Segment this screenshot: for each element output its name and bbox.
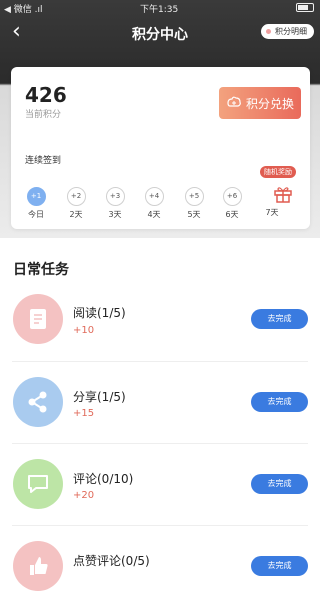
exchange-icon bbox=[227, 96, 241, 107]
thumbs-up-icon bbox=[13, 541, 63, 591]
sign-day: +4 4天 bbox=[139, 187, 169, 220]
sign-in-label: 连续签到 bbox=[25, 156, 62, 166]
sign-day: +3 3天 bbox=[100, 187, 130, 220]
day-label: 7天 bbox=[265, 208, 279, 217]
status-time: 下午1:35 bbox=[140, 5, 179, 15]
exchange-label: 积分兑换 bbox=[245, 96, 294, 111]
task-points: +10 bbox=[73, 325, 95, 336]
sign-day: +6 6天 bbox=[217, 187, 247, 220]
day-label: 今日 bbox=[28, 210, 44, 219]
carrier-text: ◀ 微信 .ıl bbox=[4, 5, 43, 15]
day-label: 3天 bbox=[108, 210, 122, 219]
task-name: 评论(0/10) bbox=[73, 472, 134, 486]
points-detail-button[interactable]: 积分明细 bbox=[261, 24, 314, 39]
task-complete-button[interactable]: 去完成 bbox=[251, 392, 308, 412]
day-label: 4天 bbox=[147, 210, 161, 219]
day-label: 2天 bbox=[69, 210, 83, 219]
nav-bar: ‹ 积分中心 积分明细 bbox=[0, 18, 320, 48]
day-label: 5天 bbox=[187, 210, 201, 219]
day-bubble: +2 bbox=[66, 187, 86, 206]
sign-day: +5 5天 bbox=[179, 187, 209, 220]
task-name: 阅读(1/5) bbox=[73, 306, 126, 320]
task-row-read: 阅读(1/5) +10 去完成 bbox=[0, 280, 320, 362]
battery-icon bbox=[296, 3, 314, 12]
comment-icon bbox=[13, 459, 63, 509]
task-row-share: 分享(1/5) +15 去完成 bbox=[0, 362, 320, 444]
task-row-like-comment: 点赞评论(0/5) 去完成 bbox=[0, 526, 320, 608]
share-icon bbox=[13, 377, 63, 427]
day-label: 6天 bbox=[225, 210, 239, 219]
task-complete-button[interactable]: 去完成 bbox=[251, 474, 308, 494]
day-bubble: +6 bbox=[222, 187, 242, 206]
task-row-comment: 评论(0/10) +20 去完成 bbox=[0, 444, 320, 526]
current-points-label: 当前积分 bbox=[25, 110, 62, 120]
random-reward-badge: 随机奖励 bbox=[260, 166, 296, 178]
sign-day: +1 今日 bbox=[21, 187, 51, 220]
task-complete-button[interactable]: 去完成 bbox=[251, 556, 308, 576]
gift-icon bbox=[274, 187, 292, 203]
status-bar: ◀ 微信 .ıl 下午1:35 bbox=[0, 0, 320, 15]
current-points: 426 bbox=[25, 83, 67, 107]
day-bubble: +5 bbox=[184, 187, 204, 206]
daily-tasks-title: 日常任务 bbox=[13, 262, 69, 278]
day-bubble: +4 bbox=[144, 187, 164, 206]
task-name: 点赞评论(0/5) bbox=[73, 554, 150, 568]
document-icon bbox=[13, 294, 63, 344]
task-points: +20 bbox=[73, 490, 95, 501]
task-name: 分享(1/5) bbox=[73, 390, 126, 404]
task-points: +15 bbox=[73, 408, 95, 419]
sign-day-gift: 7天 bbox=[257, 204, 287, 218]
day-bubble: +3 bbox=[105, 187, 125, 206]
task-complete-button[interactable]: 去完成 bbox=[251, 309, 308, 329]
points-card: 426 当前积分 积分兑换 连续签到 +1 今日 +2 2天 +3 3天 +4 … bbox=[11, 67, 310, 229]
sign-in-days: +1 今日 +2 2天 +3 3天 +4 4天 +5 5天 +6 6天 7天 bbox=[21, 187, 306, 227]
points-exchange-button[interactable]: 积分兑换 bbox=[219, 87, 301, 119]
day-bubble: +1 bbox=[26, 187, 46, 206]
sign-day: +2 2天 bbox=[61, 187, 91, 220]
